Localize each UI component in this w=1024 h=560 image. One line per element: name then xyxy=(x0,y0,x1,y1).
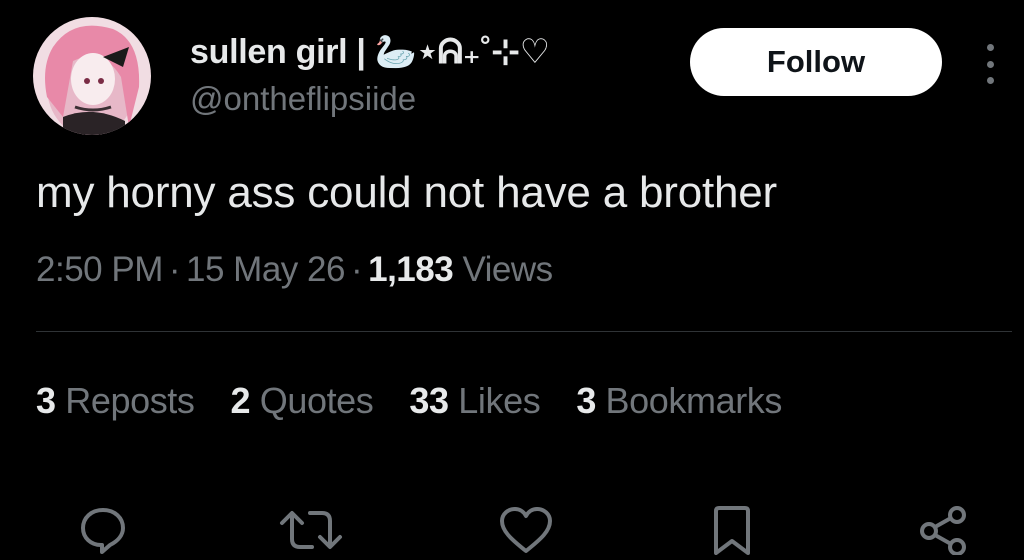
divider xyxy=(36,331,1012,332)
more-options-button[interactable] xyxy=(972,42,1008,86)
reposts-stat[interactable]: 3 Reposts xyxy=(36,380,195,422)
tweet-date[interactable]: 15 May 26 xyxy=(186,250,345,289)
tweet-text: my horny ass could not have a brother xyxy=(36,168,778,217)
engagement-stats: 3 Reposts 2 Quotes 33 Likes 3 Bookmarks xyxy=(36,380,782,422)
tweet-metadata: 2:50 PM · 15 May 26 · 1,183 Views xyxy=(36,250,553,290)
repost-icon[interactable] xyxy=(276,505,346,560)
author-display-name[interactable]: sullen girl | 🦢⋆ᕱ₊˚⊹♡ xyxy=(190,32,550,72)
likes-count: 33 xyxy=(409,380,449,421)
bookmarks-stat[interactable]: 3 Bookmarks xyxy=(576,380,782,422)
views-count: 1,183 xyxy=(368,250,454,289)
author-handle[interactable]: @ontheflipsiide xyxy=(190,80,416,118)
bookmarks-count: 3 xyxy=(576,380,596,421)
bookmarks-label: Bookmarks xyxy=(605,380,783,421)
like-icon[interactable] xyxy=(497,505,555,560)
quotes-stat[interactable]: 2 Quotes xyxy=(231,380,374,422)
views-label: Views xyxy=(462,250,553,289)
tweet-time[interactable]: 2:50 PM xyxy=(36,250,163,289)
likes-stat[interactable]: 33 Likes xyxy=(409,380,540,422)
follow-button[interactable]: Follow xyxy=(690,28,942,96)
more-dot xyxy=(986,77,994,84)
more-dot xyxy=(986,44,994,51)
share-icon[interactable] xyxy=(917,505,971,560)
reposts-count: 3 xyxy=(36,380,56,421)
likes-label: Likes xyxy=(458,380,541,421)
avatar[interactable] xyxy=(33,17,151,135)
quotes-label: Quotes xyxy=(259,380,374,421)
separator: · xyxy=(350,250,363,289)
reposts-label: Reposts xyxy=(65,380,195,421)
reply-icon[interactable] xyxy=(78,505,128,560)
separator: · xyxy=(168,250,181,289)
bookmark-icon[interactable] xyxy=(710,505,754,560)
more-dot xyxy=(986,60,994,68)
quotes-count: 2 xyxy=(230,380,251,421)
